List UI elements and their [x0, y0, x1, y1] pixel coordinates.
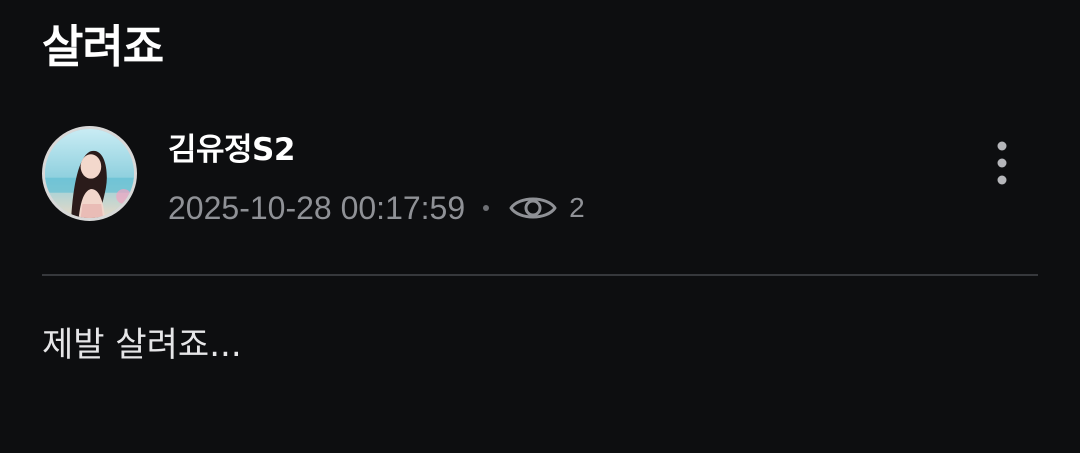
divider: [42, 274, 1038, 276]
vertical-ellipsis-icon: [997, 141, 1007, 185]
post-timestamp: 2025-10-28 00:17:59: [168, 190, 466, 226]
post-meta: 2025-10-28 00:17:59 2: [168, 186, 585, 230]
avatar-photo: [45, 129, 134, 218]
view-count: 2: [569, 192, 585, 223]
eye-icon: [509, 197, 557, 219]
author-name[interactable]: 김유정S2: [168, 129, 295, 171]
avatar[interactable]: [42, 126, 137, 221]
meta-separator-dot: [483, 205, 490, 211]
post-body: 제발 살려죠...: [42, 325, 242, 365]
page-title: 살려죠: [42, 20, 164, 73]
more-options-button[interactable]: [984, 137, 1020, 189]
